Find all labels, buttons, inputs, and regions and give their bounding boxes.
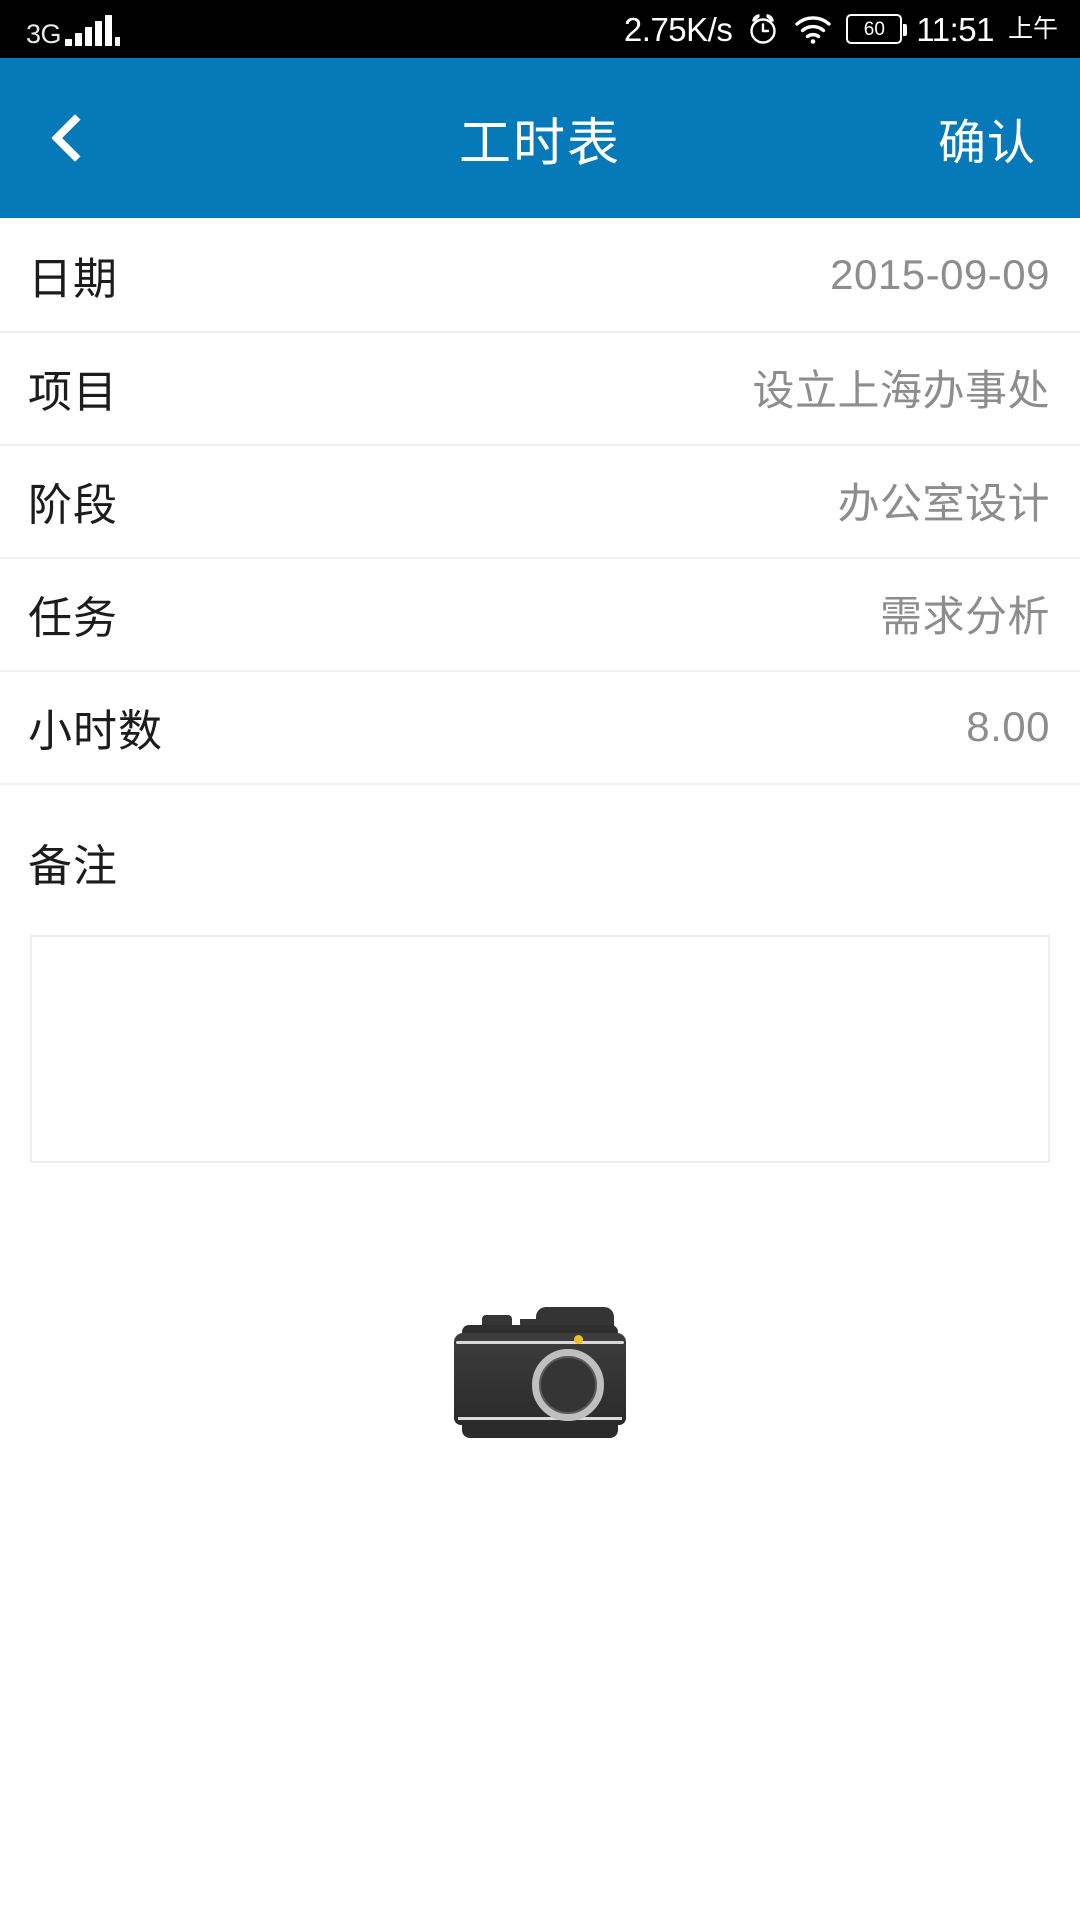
battery-icon: 60: [846, 14, 908, 44]
row-value-project: 设立上海办事处: [752, 367, 1050, 414]
status-bar-left: 3G: [0, 0, 121, 58]
row-label: 日期: [28, 254, 118, 304]
am-pm-label: 上午: [1007, 14, 1058, 43]
row-label: 小时数: [28, 706, 163, 756]
form-row-hours[interactable]: 小时数 8.00: [0, 670, 1080, 783]
row-label: 阶段: [28, 480, 118, 530]
battery-level-label: 60: [863, 18, 885, 40]
app-root: 3G 2.75K/s 60 11:51 上午 工时表 确认 日期 2015-09…: [0, 0, 1080, 1920]
back-button[interactable]: [0, 58, 150, 218]
clock-label: 11:51: [916, 10, 994, 48]
form-row-task[interactable]: 任务 需求分析: [0, 557, 1080, 670]
camera-base: [462, 1420, 618, 1438]
row-value-stage: 办公室设计: [837, 480, 1050, 527]
form-row-project[interactable]: 项目 设立上海办事处: [0, 331, 1080, 444]
camera-line-top: [456, 1341, 624, 1344]
form-rows: 日期 2015-09-09 项目 设立上海办事处 阶段 办公室设计 任务 需求分…: [0, 218, 1080, 783]
chevron-left-icon: [50, 113, 100, 163]
remarks-label: 备注: [28, 842, 118, 891]
page-title: 工时表: [458, 114, 621, 173]
confirm-button[interactable]: 确认: [938, 103, 1080, 173]
status-bar-right: 2.75K/s 60 11:51 上午: [624, 0, 1080, 58]
row-value-date: 2015-09-09: [830, 250, 1050, 298]
form-row-date[interactable]: 日期 2015-09-09: [0, 218, 1080, 331]
camera-icon[interactable]: [454, 1301, 626, 1443]
network-speed-label: 2.75K/s: [623, 10, 733, 48]
app-header: 工时表 确认: [0, 58, 1080, 218]
row-value-hours: 8.00: [966, 702, 1050, 750]
status-bar: 3G 2.75K/s 60 11:51 上午: [0, 0, 1080, 58]
camera-lens: [532, 1349, 604, 1421]
remarks-section: 备注: [0, 783, 1080, 1163]
row-label: 任务: [28, 593, 118, 643]
form-row-stage[interactable]: 阶段 办公室设计: [0, 444, 1080, 557]
network-type-label: 3G: [26, 19, 62, 49]
camera-led-indicator: [574, 1335, 583, 1344]
row-value-task: 需求分析: [879, 593, 1050, 640]
attachment-area: [0, 1301, 1080, 1443]
remarks-input[interactable]: [30, 935, 1050, 1163]
signal-bars-icon: [65, 15, 121, 46]
alarm-clock-icon: [746, 12, 780, 46]
wifi-icon: [794, 14, 832, 44]
row-label: 项目: [28, 367, 118, 417]
